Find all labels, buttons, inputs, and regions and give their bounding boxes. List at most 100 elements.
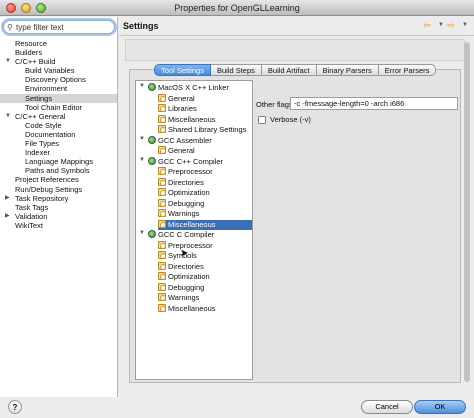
ok-button[interactable]: OK bbox=[414, 400, 466, 414]
option-item[interactable]: Preprocessor bbox=[158, 167, 252, 177]
tree-item-label: Miscellaneous bbox=[168, 303, 216, 313]
option-item[interactable]: Symbols bbox=[158, 251, 252, 261]
nav-item[interactable]: ▼ C/C++ Build bbox=[0, 57, 117, 66]
option-category-icon bbox=[158, 272, 166, 280]
option-item[interactable]: Directories bbox=[158, 261, 252, 272]
nav-item-label: Language Mappings bbox=[25, 157, 93, 167]
option-category-icon bbox=[158, 303, 166, 312]
expanded-triangle-icon[interactable]: ▼ bbox=[5, 112, 11, 121]
nav-item[interactable]: Paths and Symbols bbox=[0, 166, 117, 175]
collapsed-triangle-icon[interactable]: ▶ bbox=[5, 212, 10, 221]
option-item[interactable]: Warnings bbox=[158, 209, 252, 219]
window-title: Properties for OpenGLLearning bbox=[174, 3, 300, 13]
nav-item[interactable]: ▶ Validation bbox=[0, 212, 117, 221]
nav-item[interactable]: File Types bbox=[0, 139, 117, 148]
expanded-triangle-icon[interactable]: ▼ bbox=[139, 230, 145, 236]
properties-tree: Resource Builders ▼ C/C++ Build Build Variab… bbox=[0, 39, 117, 230]
tree-item-label: Debugging bbox=[168, 282, 205, 292]
tab-tool-settings[interactable]: Tool Settings bbox=[154, 64, 211, 76]
nav-item-label: Settings bbox=[25, 93, 53, 103]
option-category-icon bbox=[158, 125, 166, 133]
nav-item[interactable]: Environment bbox=[0, 84, 117, 93]
nav-item-label: Task Repository bbox=[15, 193, 69, 203]
option-category-icon bbox=[158, 146, 166, 154]
expanded-triangle-icon[interactable]: ▼ bbox=[139, 136, 145, 142]
option-category-icon bbox=[158, 261, 166, 270]
cancel-button[interactable]: Cancel bbox=[361, 400, 413, 414]
filter-field[interactable]: ⚲ bbox=[3, 20, 115, 34]
tool-icon bbox=[148, 83, 156, 91]
tree-item-label: Preprocessor bbox=[168, 167, 213, 176]
verbose-checkbox[interactable] bbox=[258, 115, 266, 124]
vertical-scrollbar[interactable] bbox=[463, 32, 471, 392]
nav-item[interactable]: ▶ Task Repository bbox=[0, 194, 117, 203]
nav-item[interactable]: Task Tags bbox=[0, 203, 117, 212]
nav-item-label: Paths and Symbols bbox=[25, 166, 90, 176]
nav-item[interactable]: Discovery Options bbox=[0, 75, 117, 84]
option-item[interactable]: Warnings bbox=[158, 293, 252, 303]
option-item[interactable]: Debugging bbox=[158, 282, 252, 293]
nav-item[interactable]: Language Mappings bbox=[0, 157, 117, 166]
other-flags-input[interactable] bbox=[290, 97, 458, 110]
tab-error-parsers[interactable]: Error Parsers bbox=[378, 64, 437, 76]
option-category-icon bbox=[158, 177, 166, 186]
tab-build-steps[interactable]: Build Steps bbox=[210, 64, 262, 76]
settings-header: Settings ⇦ ▼ ⇨ ▼ bbox=[119, 17, 474, 35]
scrollbar-thumb[interactable] bbox=[464, 42, 470, 382]
option-category-icon bbox=[158, 167, 166, 175]
option-item[interactable]: Miscellaneous bbox=[158, 219, 252, 230]
forward-menu-chevron-icon[interactable]: ▼ bbox=[459, 20, 471, 31]
tab-binary-parsers[interactable]: Binary Parsers bbox=[316, 64, 379, 76]
nav-item[interactable]: Build Variables bbox=[0, 66, 117, 75]
back-arrow-icon[interactable]: ⇦ bbox=[421, 20, 433, 31]
option-category-icon bbox=[158, 251, 166, 259]
verbose-label: Verbose (-v) bbox=[270, 115, 311, 124]
tree-item-label: MacOS X C++ Linker bbox=[158, 83, 229, 92]
option-item[interactable]: Directories bbox=[158, 177, 252, 188]
expanded-triangle-icon[interactable]: ▼ bbox=[139, 83, 145, 89]
forward-arrow-icon[interactable]: ⇨ bbox=[445, 20, 457, 31]
nav-item[interactable]: Settings bbox=[0, 93, 117, 103]
tree-item-label: Shared Library Settings bbox=[168, 125, 247, 134]
nav-item[interactable]: Indexer bbox=[0, 148, 117, 157]
expanded-triangle-icon[interactable]: ▼ bbox=[139, 157, 145, 163]
option-item[interactable]: Debugging bbox=[158, 198, 252, 209]
nav-item[interactable]: Resource bbox=[0, 39, 117, 48]
option-item[interactable]: General bbox=[158, 146, 252, 156]
option-item[interactable]: Miscellaneous bbox=[158, 303, 252, 314]
nav-item[interactable]: Code Style bbox=[0, 121, 117, 130]
nav-item-label: Build Variables bbox=[25, 66, 75, 76]
tree-item-label: GCC C++ Compiler bbox=[158, 156, 224, 166]
collapsed-triangle-icon[interactable]: ▶ bbox=[5, 194, 10, 203]
option-item[interactable]: Libraries bbox=[158, 104, 252, 114]
option-item[interactable]: Miscellaneous bbox=[158, 114, 252, 125]
option-item[interactable]: General bbox=[158, 93, 252, 104]
nav-item[interactable]: Project References bbox=[0, 175, 117, 184]
option-item[interactable]: Optimization bbox=[158, 188, 252, 198]
tree-item-label: Libraries bbox=[168, 104, 197, 113]
tool-item[interactable]: GCC Assembler bbox=[148, 135, 252, 146]
title-bar: Properties for OpenGLLearning bbox=[0, 0, 474, 16]
tool-item[interactable]: GCC C Compiler bbox=[148, 230, 252, 240]
dialog-footer: ? Cancel OK bbox=[0, 397, 474, 418]
verbose-option[interactable]: Verbose (-v) bbox=[258, 115, 311, 124]
nav-item[interactable]: Documentation bbox=[0, 130, 117, 139]
tool-item[interactable]: GCC C++ Compiler bbox=[148, 156, 252, 167]
option-item[interactable]: Preprocessor bbox=[158, 240, 252, 251]
tree-item-label: GCC Assembler bbox=[158, 135, 212, 145]
nav-item[interactable]: Builders bbox=[0, 48, 117, 57]
filter-input[interactable] bbox=[16, 22, 112, 32]
option-item[interactable]: Optimization bbox=[158, 272, 252, 282]
option-item[interactable]: Shared Library Settings bbox=[158, 125, 252, 135]
nav-item[interactable]: WikiText bbox=[0, 221, 117, 230]
expanded-triangle-icon[interactable]: ▼ bbox=[5, 57, 11, 66]
nav-item-label: Validation bbox=[15, 211, 48, 221]
tool-item[interactable]: MacOS X C++ Linker bbox=[148, 83, 252, 93]
tree-item-label: Preprocessor bbox=[168, 240, 213, 250]
nav-item[interactable]: ▼ C/C++ General bbox=[0, 112, 117, 121]
nav-item[interactable]: Run/Debug Settings bbox=[0, 185, 117, 194]
tree-item-label: Directories bbox=[168, 261, 204, 271]
help-button[interactable]: ? bbox=[8, 400, 22, 414]
tab-build-artifact[interactable]: Build Artifact bbox=[261, 64, 317, 76]
nav-item[interactable]: Tool Chain Editor bbox=[0, 103, 117, 112]
